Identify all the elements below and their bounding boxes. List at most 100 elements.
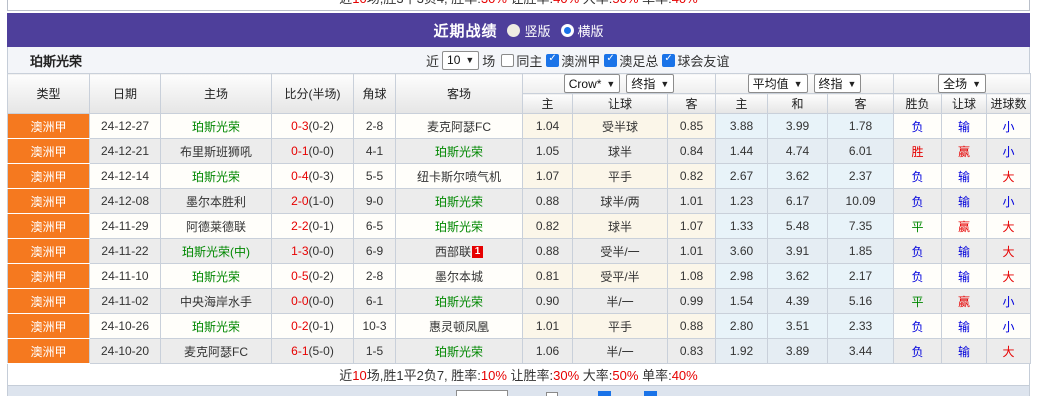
away-team-cell[interactable]: 珀斯光荣 bbox=[396, 189, 523, 214]
halftime-score: (0-1) bbox=[309, 219, 334, 233]
away-odds-cell: 0.83 bbox=[668, 339, 716, 364]
away-odds-cell: 1.08 bbox=[668, 264, 716, 289]
home-team-cell[interactable]: 珀斯光荣 bbox=[161, 314, 272, 339]
table-row: 澳洲甲24-12-08墨尔本胜利2-0(1-0)9-0珀斯光荣0.88球半/两1… bbox=[8, 189, 1031, 214]
checkbox-label: 球会友谊 bbox=[677, 51, 729, 70]
fulltime-score: 2-2 bbox=[291, 219, 308, 233]
layout-radio-vertical[interactable]: 竖版 bbox=[507, 21, 550, 40]
filter-checkbox-澳足总[interactable]: 澳足总 bbox=[604, 51, 658, 70]
panel-content: 近10场,胜3平3负4, 胜率:30% 让胜率:40% 大率:50% 单率:40… bbox=[7, 0, 1030, 396]
checkbox-checked-partial[interactable] bbox=[598, 391, 611, 396]
table-row: 澳洲甲24-10-26珀斯光荣0-2(0-1)10-3惠灵顿凤凰1.01平手0.… bbox=[8, 314, 1031, 339]
recent-results-panel: 近10场,胜3平3负4, 胜率:30% 让胜率:40% 大率:50% 单率:40… bbox=[0, 0, 1037, 402]
match-count-select-partial[interactable] bbox=[456, 390, 508, 396]
filter-checkboxes: 同主澳洲甲澳足总球会友谊 bbox=[498, 51, 729, 70]
date-cell: 24-10-20 bbox=[90, 339, 161, 364]
checkbox-checked-partial[interactable] bbox=[644, 391, 657, 396]
home-team-name: 阿德莱德联 bbox=[186, 220, 246, 234]
avg-final-value: 终指 bbox=[819, 75, 843, 92]
away-team-cell[interactable]: 珀斯光荣 bbox=[396, 139, 523, 164]
away-team-name: 惠灵顿凤凰 bbox=[429, 320, 489, 334]
stat-part: 场,胜1平2负7, 胜率: bbox=[367, 368, 481, 383]
match-count-select[interactable]: 10 ▼ bbox=[442, 51, 479, 70]
filter-checkbox-澳洲甲[interactable]: 澳洲甲 bbox=[546, 51, 600, 70]
radio-unselected-icon[interactable] bbox=[507, 24, 520, 37]
stat-part: 大率: bbox=[579, 368, 612, 383]
league-cell: 澳洲甲 bbox=[8, 314, 90, 339]
layout-radio-horizontal[interactable]: 横版 bbox=[561, 21, 604, 40]
table-row: 澳洲甲24-12-27珀斯光荣0-3(0-2)2-8麦克阿瑟FC1.04受半球0… bbox=[8, 114, 1031, 139]
scope-select[interactable]: 全场 ▼ bbox=[938, 74, 986, 93]
avg-final-select[interactable]: 终指 ▼ bbox=[814, 74, 862, 93]
away-team-cell[interactable]: 珀斯光荣 bbox=[396, 289, 523, 314]
away-team-cell[interactable]: 纽卡斯尔喷气机 bbox=[396, 164, 523, 189]
away-team-cell[interactable]: 珀斯光荣 bbox=[396, 339, 523, 364]
home-team-cell[interactable]: 中央海岸水手 bbox=[161, 289, 272, 314]
league-cell: 澳洲甲 bbox=[8, 139, 90, 164]
handicap-cell: 半/一 bbox=[573, 339, 668, 364]
avg-draw-cell: 3.91 bbox=[768, 239, 828, 264]
home-team-cell[interactable]: 布里斯班狮吼 bbox=[161, 139, 272, 164]
score-cell: 0-4(0-3) bbox=[272, 164, 354, 189]
away-team-name: 珀斯光荣 bbox=[435, 295, 483, 309]
stat-part: 30% bbox=[481, 0, 507, 6]
table-row: 澳洲甲24-12-21布里斯班狮吼0-1(0-0)4-1珀斯光荣1.05球半0.… bbox=[8, 139, 1031, 164]
handicap-cell: 平手 bbox=[573, 314, 668, 339]
table-row: 澳洲甲24-11-02中央海岸水手0-0(0-0)6-1珀斯光荣0.90半/一0… bbox=[8, 289, 1031, 314]
handicap-cell: 半/一 bbox=[573, 289, 668, 314]
filter-bar: 珀斯光荣 近 10 ▼ 场 同主澳洲甲澳足总球会友谊 bbox=[7, 47, 1030, 73]
handicap-cell: 受平/半 bbox=[573, 264, 668, 289]
home-team-cell[interactable]: 阿德莱德联 bbox=[161, 214, 272, 239]
checkbox-checked-icon[interactable] bbox=[546, 54, 559, 67]
checkbox-checked-icon[interactable] bbox=[604, 54, 617, 67]
checkbox-unchecked-icon[interactable] bbox=[501, 54, 514, 67]
goals-cell: 大 bbox=[987, 339, 1031, 364]
goals-cell: 小 bbox=[987, 314, 1031, 339]
sub-header-8: 进球数 bbox=[987, 94, 1031, 114]
result-cell: 负 bbox=[894, 189, 942, 214]
checkbox-unchecked-partial[interactable] bbox=[546, 392, 558, 396]
avg-source-select[interactable]: 平均值 ▼ bbox=[748, 74, 808, 93]
home-team-cell[interactable]: 珀斯光荣 bbox=[161, 114, 272, 139]
filter-checkbox-球会友谊[interactable]: 球会友谊 bbox=[662, 51, 729, 70]
filter-checkbox-同主[interactable]: 同主 bbox=[501, 51, 542, 70]
home-team-name: 墨尔本胜利 bbox=[186, 195, 246, 209]
checkbox-checked-icon[interactable] bbox=[662, 54, 675, 67]
date-cell: 24-12-08 bbox=[90, 189, 161, 214]
result-cell: 负 bbox=[894, 164, 942, 189]
halftime-score: (0-0) bbox=[309, 244, 334, 258]
result-cell: 负 bbox=[894, 339, 942, 364]
odds-source-select[interactable]: Crow* ▼ bbox=[564, 74, 621, 93]
stat-part: 10% bbox=[481, 368, 507, 383]
avg-draw-cell: 3.89 bbox=[768, 339, 828, 364]
home-odds-cell: 1.01 bbox=[523, 314, 573, 339]
results-table: 类型 日期 主场 比分(半场) 角球 客场 Crow* ▼ 终指 bbox=[7, 73, 1031, 364]
away-team-cell[interactable]: 珀斯光荣 bbox=[396, 214, 523, 239]
score-cell: 1-3(0-0) bbox=[272, 239, 354, 264]
home-team-name: 珀斯光荣 bbox=[192, 320, 240, 334]
odds-final-select[interactable]: 终指 ▼ bbox=[626, 74, 674, 93]
home-odds-cell: 1.06 bbox=[523, 339, 573, 364]
away-team-cell[interactable]: 西部联1 bbox=[396, 239, 523, 264]
home-team-cell[interactable]: 珀斯光荣 bbox=[161, 264, 272, 289]
home-team-cell[interactable]: 珀斯光荣 bbox=[161, 164, 272, 189]
radio-selected-icon[interactable] bbox=[561, 24, 574, 37]
handicap-result-cell: 赢 bbox=[942, 214, 987, 239]
home-team-cell[interactable]: 珀斯光荣(中) bbox=[161, 239, 272, 264]
away-team-cell[interactable]: 墨尔本城 bbox=[396, 264, 523, 289]
radio-vertical-label: 竖版 bbox=[524, 21, 550, 40]
home-team-cell[interactable]: 墨尔本胜利 bbox=[161, 189, 272, 214]
avg-home-cell: 1.92 bbox=[716, 339, 768, 364]
away-team-name: 珀斯光荣 bbox=[435, 220, 483, 234]
handicap-result-cell: 输 bbox=[942, 314, 987, 339]
stat-part: 40% bbox=[553, 0, 579, 6]
sub-header-0: 主 bbox=[523, 94, 573, 114]
score-cell: 0-1(0-0) bbox=[272, 139, 354, 164]
home-team-cell[interactable]: 麦克阿瑟FC bbox=[161, 339, 272, 364]
away-team-cell[interactable]: 麦克阿瑟FC bbox=[396, 114, 523, 139]
match-count-value: 10 bbox=[447, 53, 460, 67]
result-cell: 平 bbox=[894, 289, 942, 314]
away-team-cell[interactable]: 惠灵顿凤凰 bbox=[396, 314, 523, 339]
team-name: 珀斯光荣 bbox=[30, 51, 82, 70]
checkbox-label: 澳足总 bbox=[619, 51, 658, 70]
